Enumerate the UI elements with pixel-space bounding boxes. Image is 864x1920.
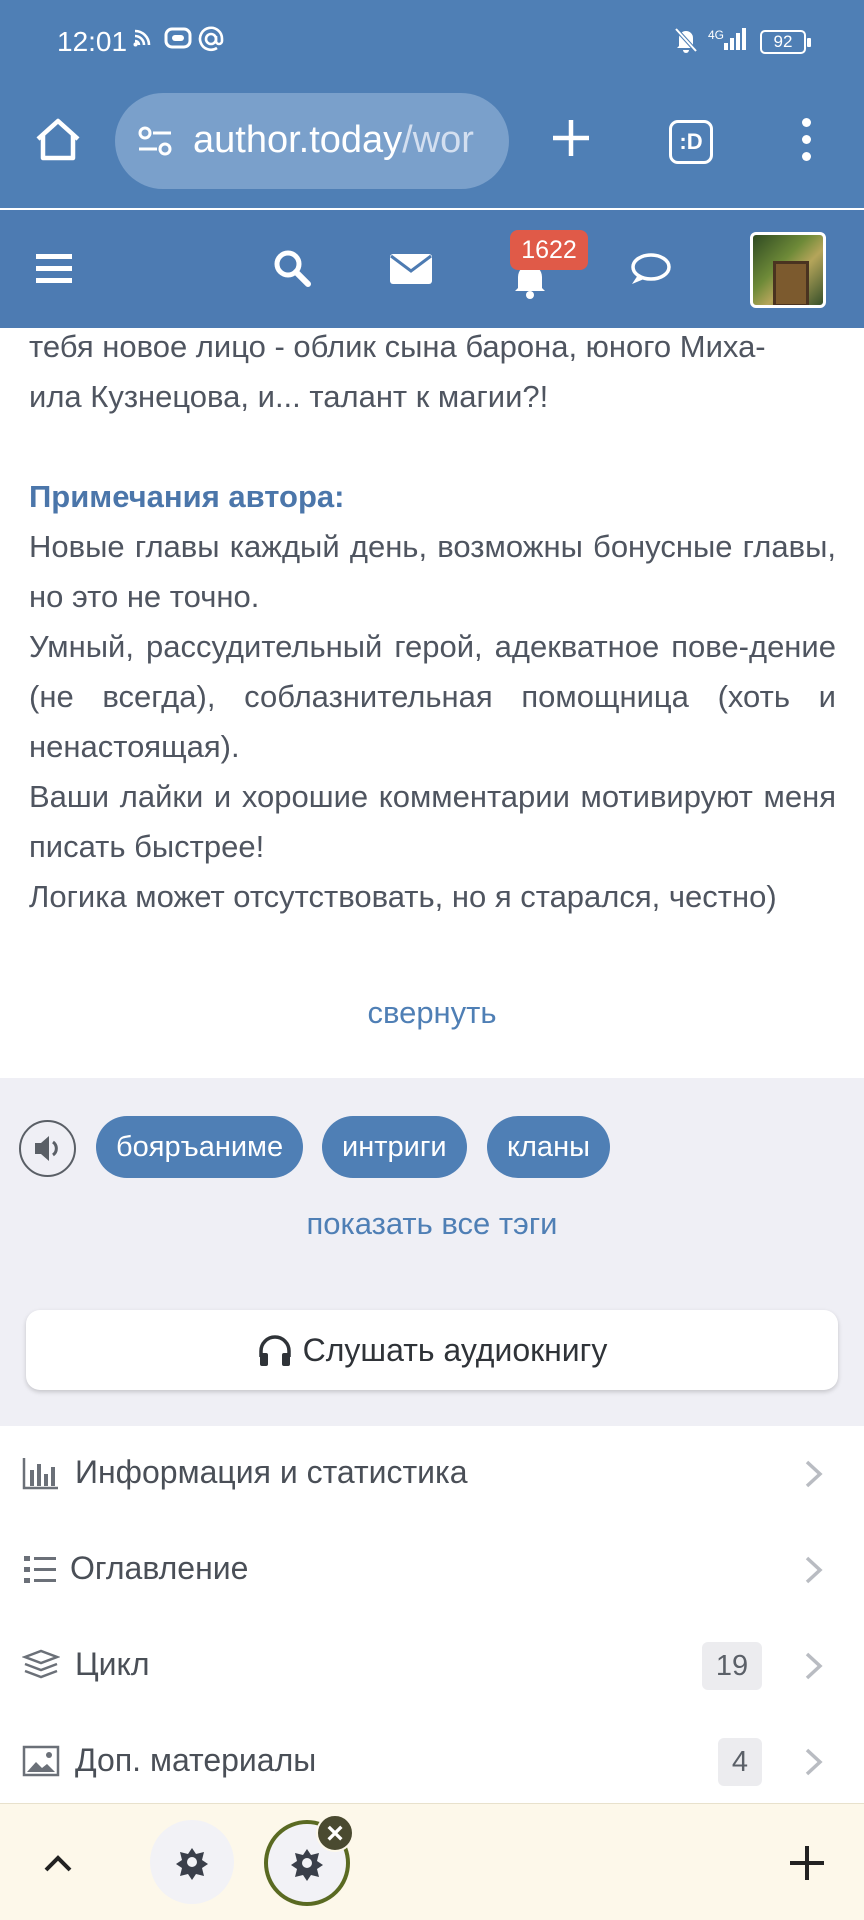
series-count-badge: 19 bbox=[702, 1642, 762, 1690]
close-tab-icon[interactable]: × bbox=[316, 1814, 354, 1852]
materials-count-badge: 4 bbox=[718, 1738, 762, 1786]
image-icon bbox=[22, 1744, 62, 1780]
tag-chip[interactable]: кланы bbox=[487, 1116, 610, 1178]
chevron-right-icon bbox=[802, 1651, 826, 1681]
menu-item-info-stats[interactable]: Информация и статистика bbox=[0, 1426, 864, 1522]
mail-icon[interactable] bbox=[390, 254, 432, 289]
menu-item-label: Доп. материалы bbox=[75, 1742, 317, 1778]
audio-button-label: Слушать аудиокнигу bbox=[302, 1332, 608, 1368]
cast-icon bbox=[132, 26, 154, 55]
listen-audiobook-button[interactable]: Слушать аудиокнигу bbox=[26, 1310, 838, 1390]
browser-menu-icon[interactable] bbox=[796, 118, 816, 168]
address-bar[interactable]: author.today/wor bbox=[115, 93, 509, 189]
summary-line: тебя новое лицо - облик сына барона, юно… bbox=[29, 329, 766, 364]
books-icon bbox=[21, 1648, 62, 1684]
url-text: author.today/wor bbox=[193, 119, 493, 162]
headphones-icon bbox=[258, 1334, 291, 1366]
search-icon[interactable] bbox=[272, 248, 312, 293]
list-icon bbox=[22, 1552, 62, 1588]
site-settings-icon[interactable] bbox=[135, 121, 175, 161]
menu-item-contents[interactable]: Оглавление bbox=[0, 1522, 864, 1618]
home-button[interactable] bbox=[30, 112, 86, 168]
collapse-link[interactable]: свернуть bbox=[0, 995, 864, 1031]
author-note: Умный, рассудительный герой, адекватное … bbox=[29, 629, 836, 764]
signal-icon bbox=[718, 26, 748, 59]
author-note: Ваши лайки и хорошие комментарии мотивир… bbox=[29, 779, 836, 864]
menu-item-extra-materials[interactable]: Доп. материалы 4 bbox=[0, 1714, 864, 1810]
user-avatar[interactable] bbox=[750, 232, 826, 308]
author-note: Логика может отсутствовать, но я старалс… bbox=[29, 879, 777, 914]
author-note: Новые главы каждый день, возможны бонусн… bbox=[29, 529, 836, 614]
bar-chart-icon bbox=[22, 1456, 62, 1492]
status-time: 12:01 bbox=[57, 26, 128, 57]
hamburger-menu-icon[interactable] bbox=[36, 254, 72, 289]
bottom-tab-bar: × bbox=[0, 1803, 864, 1920]
tab-thumbnail[interactable] bbox=[150, 1820, 234, 1904]
menu-item-label: Оглавление bbox=[70, 1550, 249, 1586]
tab-switcher-button[interactable]: :D bbox=[669, 120, 713, 164]
site-navbar: 1622 bbox=[0, 210, 864, 328]
menu-item-label: Информация и статистика bbox=[75, 1454, 468, 1490]
vr-icon bbox=[164, 26, 192, 57]
chevron-right-icon bbox=[802, 1459, 826, 1489]
new-tab-button[interactable] bbox=[545, 112, 597, 164]
url-domain: author.today bbox=[193, 119, 403, 161]
book-annotation: тебя новое лицо - облик сына барона, юно… bbox=[29, 322, 836, 922]
add-tab-icon[interactable] bbox=[784, 1840, 830, 1886]
tag-chip[interactable]: интриги bbox=[322, 1116, 467, 1178]
browser-chrome: 12:01 4G 92 author.today/wor :D bbox=[0, 0, 864, 208]
tags-section: бояръаниме интриги кланы показать все тэ… bbox=[0, 1078, 864, 1426]
mute-bell-icon bbox=[673, 26, 699, 61]
chevron-right-icon bbox=[802, 1555, 826, 1585]
author-notes-title: Примечания автора: bbox=[29, 479, 345, 514]
site-emblem-icon bbox=[176, 1848, 208, 1880]
url-path: /wor bbox=[402, 119, 474, 161]
tag-chip[interactable]: бояръаниме bbox=[96, 1116, 304, 1178]
chevron-up-icon[interactable] bbox=[38, 1848, 78, 1876]
notifications-badge[interactable]: 1622 bbox=[510, 230, 588, 270]
chevron-right-icon bbox=[802, 1747, 826, 1777]
chat-icon[interactable] bbox=[628, 252, 672, 293]
site-emblem-icon bbox=[291, 1849, 323, 1881]
menu-item-label: Цикл bbox=[75, 1646, 150, 1682]
at-icon bbox=[198, 26, 224, 59]
summary-line: ила Кузнецова, и... талант к магии?! bbox=[29, 379, 549, 414]
show-all-tags-link[interactable]: показать все тэги bbox=[0, 1206, 864, 1242]
battery-indicator: 92 bbox=[760, 30, 811, 54]
status-bar: 12:01 4G 92 bbox=[0, 0, 864, 84]
speaker-icon[interactable] bbox=[19, 1120, 76, 1177]
menu-item-series[interactable]: Цикл 19 bbox=[0, 1618, 864, 1714]
